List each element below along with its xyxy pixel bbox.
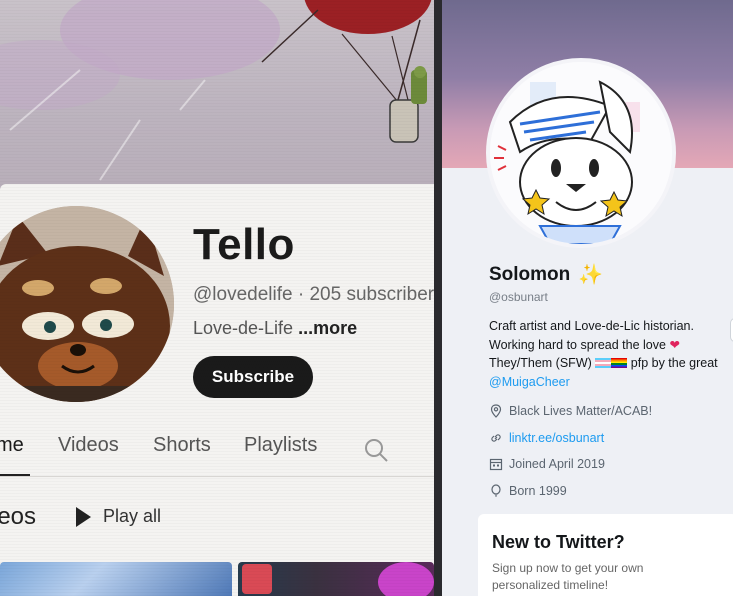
search-icon[interactable] (362, 436, 390, 464)
display-name: Solomon ✨ (489, 262, 603, 287)
bio-line-text: They/Them (SFW) (489, 356, 592, 370)
profile-joined: Joined April 2019 (489, 457, 605, 471)
sparkle-icon: ✨ (578, 264, 604, 286)
display-name-text: Solomon (489, 263, 571, 285)
subscribe-button[interactable]: Subscribe (193, 356, 313, 398)
profile-birthday: Born 1999 (489, 484, 567, 498)
new-to-twitter-card: New to Twitter? Sign up now to get your … (478, 514, 733, 596)
bio-line-text: Working hard to spread the love (489, 337, 666, 352)
tabs-divider (0, 476, 434, 477)
tab-videos[interactable]: Videos (58, 434, 119, 457)
location-pin-icon (490, 404, 502, 418)
play-all-label: Play all (103, 506, 162, 526)
meta-separator: · (297, 284, 305, 305)
youtube-channel-page: Tello @lovedelife · 205 subscribers · Lo… (0, 0, 434, 596)
thumbnail-art-icon (242, 564, 272, 594)
hot-air-balloon-illustration (9, 0, 432, 181)
balloon-icon (491, 484, 501, 497)
side-by-side-screenshots: Tello @lovedelife · 205 subscribers · Lo… (0, 0, 733, 596)
calendar-icon (489, 458, 503, 471)
trans-flag-icon (595, 358, 612, 368)
profile-avatar[interactable] (486, 58, 676, 248)
channel-banner (0, 0, 434, 196)
tab-playlists[interactable]: Playlists (244, 434, 317, 457)
location-text: Black Lives Matter/ACAB! (509, 404, 653, 418)
rainbow-flag-icon (611, 358, 628, 368)
play-icon (76, 506, 91, 527)
website-link[interactable]: linktr.ee/osbunart (509, 431, 604, 445)
channel-meta: @lovedelife · 205 subscribers · (193, 284, 434, 306)
thumbnail-art-shape (378, 562, 434, 596)
new-to-twitter-title: New to Twitter? (492, 532, 625, 552)
play-all-button[interactable]: Play all (76, 506, 161, 527)
joined-text: Joined April 2019 (509, 457, 605, 471)
new-to-twitter-text: Sign up now to get your own personalized… (492, 561, 644, 592)
video-thumbnail[interactable] (238, 562, 434, 596)
profile-location: Black Lives Matter/ACAB! (489, 404, 652, 418)
cartoon-avatar-illustration (490, 62, 672, 244)
video-thumbnails (0, 562, 434, 596)
section-title: leos (0, 503, 37, 530)
bio-line-text: pfp by the great (630, 356, 718, 370)
channel-handle: @lovedelife (193, 284, 293, 305)
panel-gap (434, 0, 442, 596)
subscriber-count: 205 subscribers (309, 284, 434, 305)
twitter-profile-page: Solomon ✨ @osbunart Craft artist and Lov… (442, 0, 733, 596)
channel-description[interactable]: Love-de-Life ...more (193, 318, 357, 339)
description-text: Love-de-Life (193, 318, 294, 338)
more-link[interactable]: ...more (298, 318, 357, 338)
profile-website[interactable]: linktr.ee/osbunart (489, 431, 604, 445)
link-icon (491, 434, 501, 442)
bio-line: Craft artist and Love-de-Lic historian. (489, 319, 694, 333)
bio-line: They/Them (SFW) pfp by the great (489, 354, 733, 373)
bio-line: Working hard to spread the love ❤ (489, 336, 733, 355)
video-thumbnail[interactable] (0, 562, 232, 596)
profile-handle: @osbunart (489, 290, 548, 304)
bio-mention-link[interactable]: @MuigaCheer (489, 373, 733, 392)
tab-shorts[interactable]: Shorts (153, 434, 211, 457)
born-text: Born 1999 (509, 484, 567, 498)
channel-name: Tello (193, 220, 295, 269)
profile-bio: Craft artist and Love-de-Lic historian. … (489, 317, 733, 391)
tab-home[interactable]: me (0, 434, 24, 457)
heart-icon: ❤ (669, 337, 680, 352)
